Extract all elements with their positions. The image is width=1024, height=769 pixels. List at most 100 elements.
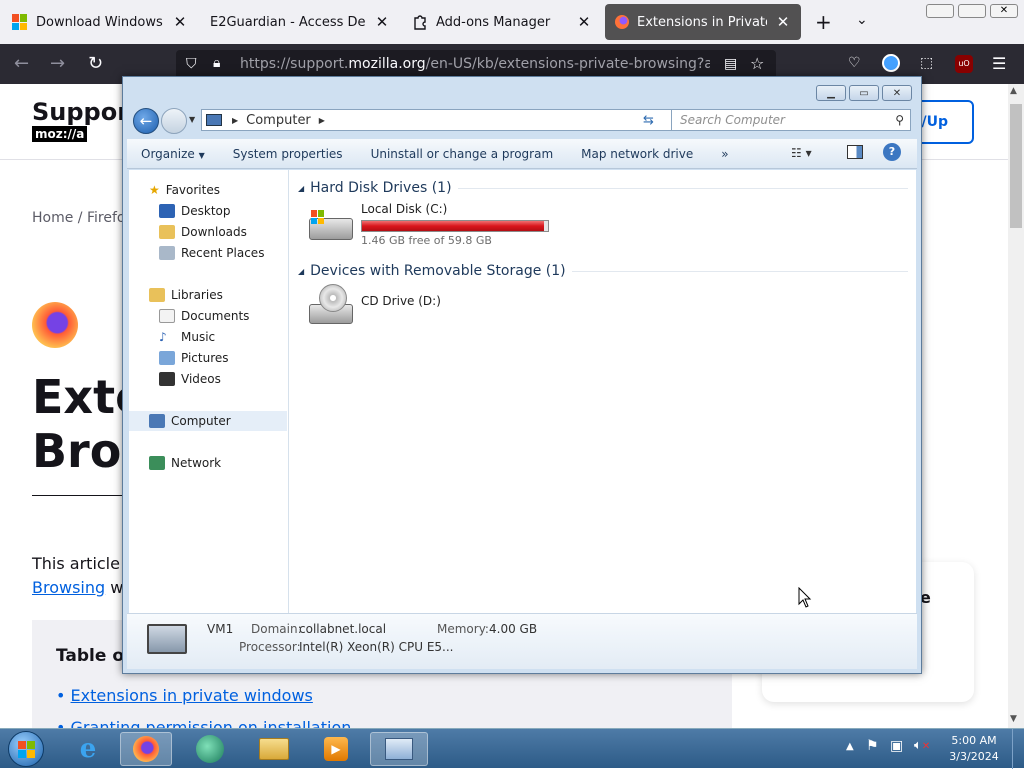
- taskbar-computer[interactable]: [370, 732, 428, 766]
- nav-network[interactable]: Network: [149, 453, 221, 473]
- nav-videos[interactable]: Videos: [159, 369, 221, 389]
- group-header-removable[interactable]: ◢ Devices with Removable Storage (1): [298, 263, 908, 279]
- reload-icon[interactable]: ↻: [88, 53, 103, 74]
- taskbar-app[interactable]: [184, 732, 236, 766]
- taskbar-explorer[interactable]: [248, 732, 300, 766]
- window-restore-button[interactable]: [958, 4, 986, 18]
- drive-c[interactable]: Local Disk (C:) 1.46 GB free of 59.8 GB: [305, 200, 565, 254]
- tab-title: Download Windows 11: [36, 14, 164, 30]
- nav-libraries[interactable]: Libraries: [149, 285, 223, 305]
- more-commands-button[interactable]: »: [707, 147, 742, 161]
- help-icon[interactable]: ?: [883, 143, 901, 161]
- close-tab-icon[interactable]: ✕: [172, 13, 188, 31]
- back-arrow-icon[interactable]: ←: [14, 53, 29, 74]
- pocket-icon[interactable]: ♡: [848, 55, 861, 71]
- window-minimize-button[interactable]: [926, 4, 954, 18]
- heading-divider: [32, 495, 132, 496]
- scrollbar-thumb[interactable]: [1010, 104, 1022, 228]
- close-tab-icon[interactable]: ✕: [576, 13, 592, 31]
- nav-label: Downloads: [181, 225, 247, 239]
- toc-item[interactable]: • Granting permission on installation: [56, 718, 351, 728]
- toc-item-label[interactable]: Extensions in private windows: [71, 686, 313, 705]
- page-scrollbar[interactable]: [1008, 84, 1024, 728]
- close-tab-icon[interactable]: ✕: [374, 13, 390, 31]
- explorer-close-button[interactable]: ✕: [882, 85, 912, 101]
- explorer-minimize-button[interactable]: ▁: [816, 85, 846, 101]
- tab-extensions-private[interactable]: Extensions in Private Brows ✕: [605, 4, 801, 40]
- forward-button[interactable]: [161, 108, 187, 134]
- extensions-icon[interactable]: ⬚: [920, 55, 933, 71]
- search-icon[interactable]: ⚲: [895, 113, 904, 127]
- tab-list-chevron-icon[interactable]: ⌄: [856, 12, 868, 28]
- collapse-triangle-icon[interactable]: ◢: [298, 267, 304, 276]
- tab-download-windows[interactable]: Download Windows 11 ✕: [2, 4, 198, 40]
- window-close-button[interactable]: ✕: [990, 4, 1018, 18]
- toc-item-label[interactable]: Granting permission on installation: [71, 718, 352, 728]
- scroll-up-icon[interactable]: ▲: [1010, 86, 1017, 96]
- toc-item[interactable]: • Extensions in private windows: [56, 686, 313, 705]
- private-browsing-link[interactable]: Browsing: [32, 578, 105, 597]
- organize-button[interactable]: Organize ▼: [127, 147, 219, 161]
- search-computer-input[interactable]: Search Computer ⚲: [671, 109, 911, 131]
- ublock-origin-icon[interactable]: uO: [955, 55, 973, 73]
- nav-recent-places[interactable]: Recent Places: [159, 243, 264, 263]
- nav-desktop[interactable]: Desktop: [159, 201, 231, 221]
- forward-arrow-icon[interactable]: →: [50, 53, 65, 74]
- collapse-triangle-icon[interactable]: ◢: [298, 184, 304, 193]
- taskbar-internet-explorer[interactable]: e: [62, 732, 114, 766]
- nav-computer[interactable]: Computer: [129, 411, 287, 431]
- drive-d[interactable]: CD Drive (D:): [305, 282, 505, 332]
- bookmark-star-icon[interactable]: ☆: [750, 54, 764, 73]
- explorer-maximize-button[interactable]: ▭: [849, 85, 879, 101]
- group-header-hdd[interactable]: ◢ Hard Disk Drives (1): [298, 180, 908, 196]
- breadcrumb-separator-icon[interactable]: ▶: [232, 116, 238, 125]
- view-options-icon[interactable]: ☷ ▾: [791, 146, 812, 160]
- nav-pictures[interactable]: Pictures: [159, 348, 229, 368]
- tab-addons-manager[interactable]: Add-ons Manager ✕: [402, 4, 602, 40]
- show-hidden-icons-icon[interactable]: ▲: [846, 741, 854, 752]
- breadcrumb[interactable]: Home / Firefo: [32, 210, 125, 226]
- clock[interactable]: 5:00 AM 3/3/2024: [944, 733, 1004, 765]
- tab-e2guardian[interactable]: E2Guardian - Access Denied ✕: [200, 4, 400, 40]
- volume-muted-icon[interactable]: 🔈︎✕: [914, 738, 930, 753]
- taskbar-media-player[interactable]: ▶: [310, 732, 362, 766]
- recent-pages-chevron-icon[interactable]: ▼: [189, 115, 195, 124]
- map-network-drive-button[interactable]: Map network drive: [567, 147, 707, 161]
- mozilla-logo[interactable]: moz://a: [32, 126, 88, 142]
- group-label: Hard Disk Drives (1): [310, 180, 452, 196]
- breadcrumb-separator-icon[interactable]: ▶: [319, 116, 325, 125]
- lock-icon[interactable]: 🔒︎: [213, 55, 220, 71]
- back-button[interactable]: ←: [133, 108, 159, 134]
- explorer-window[interactable]: ▁ ▭ ✕ ← ▼ ▶ Computer ▶ ▼ ⇆ Search Comput…: [122, 76, 922, 674]
- hamburger-menu-icon[interactable]: ☰: [992, 54, 1006, 73]
- action-center-flag-icon[interactable]: ⚑: [866, 738, 879, 754]
- address-computer[interactable]: Computer: [246, 113, 311, 128]
- close-tab-icon[interactable]: ✕: [775, 13, 791, 31]
- content-pane: ◢ Hard Disk Drives (1) Local Disk (C:) 1.…: [289, 170, 916, 613]
- nav-documents[interactable]: Documents: [159, 306, 249, 326]
- refresh-icon[interactable]: ⇆: [643, 113, 654, 128]
- toc-title: Table of: [56, 646, 132, 666]
- nav-music[interactable]: ♪ Music: [159, 327, 215, 347]
- nav-favorites[interactable]: ★ Favorites: [149, 180, 220, 200]
- scroll-down-icon[interactable]: ▼: [1010, 714, 1017, 724]
- show-desktop-button[interactable]: [1012, 729, 1024, 769]
- shield-icon[interactable]: ⛉: [186, 56, 197, 72]
- nav-downloads[interactable]: Downloads: [159, 222, 247, 242]
- mouse-cursor-icon: [798, 587, 812, 608]
- uninstall-program-button[interactable]: Uninstall or change a program: [357, 147, 568, 161]
- group-divider: [571, 270, 908, 272]
- domain-value: collabnet.local: [299, 622, 387, 636]
- reader-view-icon[interactable]: ▤: [724, 56, 737, 72]
- account-avatar-icon[interactable]: [882, 54, 900, 72]
- network-status-icon[interactable]: ▣: [890, 738, 903, 754]
- taskbar-firefox[interactable]: [120, 732, 172, 766]
- computer-window-icon: [385, 738, 413, 760]
- start-button[interactable]: [8, 731, 44, 767]
- new-tab-icon[interactable]: +: [815, 10, 832, 34]
- url-prefix: https://support.: [240, 56, 349, 72]
- url-text[interactable]: https://support.mozilla.org/en-US/kb/ext…: [240, 56, 710, 72]
- preview-pane-icon[interactable]: [847, 145, 863, 159]
- system-properties-button[interactable]: System properties: [219, 147, 357, 161]
- group-label: Devices with Removable Storage (1): [310, 263, 566, 279]
